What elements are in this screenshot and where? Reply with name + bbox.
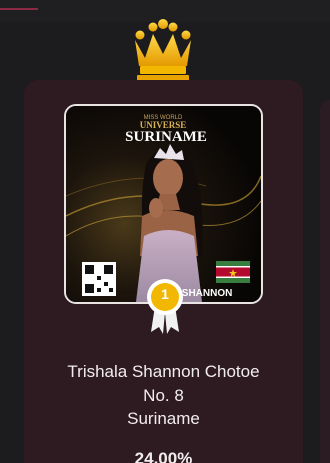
next-contestant-card[interactable] <box>320 100 330 463</box>
contestant-info: Trishala Shannon Chotoe No. 8 Suriname <box>24 360 303 431</box>
vote-percentage: 24.00% <box>134 449 193 463</box>
contestant-number: No. 8 <box>143 385 184 405</box>
page: MISS WORLD UNIVERSE SURINAME T A SHANNON… <box>0 0 330 463</box>
contestant-photo[interactable]: MISS WORLD UNIVERSE SURINAME T A SHANNON <box>64 104 263 304</box>
country-banner-text: SURINAME <box>125 129 207 145</box>
contestant-name: Trishala Shannon Chotoe <box>67 362 260 381</box>
crown-icon <box>135 19 191 81</box>
active-tab-indicator <box>0 8 38 10</box>
contestant-country: Suriname <box>127 409 200 428</box>
rank-badge-icon <box>147 279 183 334</box>
rank-number: 1 <box>161 286 169 302</box>
